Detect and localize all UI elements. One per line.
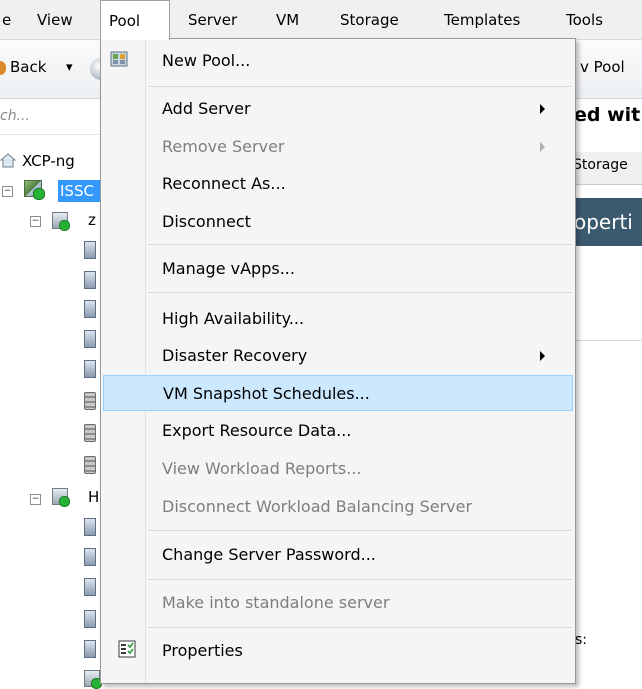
host-icon: [52, 488, 70, 507]
menu-item-export-resource-data[interactable]: Export Resource Data...: [103, 415, 573, 447]
menu-item-disconnect[interactable]: Disconnect: [103, 206, 573, 238]
menu-vm[interactable]: VM: [276, 0, 299, 39]
tree-expander-host1[interactable]: −: [30, 216, 41, 227]
pool-menu-dropdown: New Pool... Add Server Remove Server Rec…: [100, 38, 576, 684]
submenu-arrow-icon: [540, 351, 545, 361]
menu-item-change-server-password[interactable]: Change Server Password...: [103, 539, 573, 571]
tree-root-label[interactable]: XCP-ng: [22, 152, 75, 170]
menu-separator: [148, 579, 572, 580]
menu-view[interactable]: View: [37, 0, 73, 39]
storage-disk-icon: [84, 424, 96, 442]
menu-item-label: Properties: [162, 641, 243, 660]
back-button[interactable]: Back: [10, 58, 46, 76]
property-label-fragment: s:: [575, 632, 588, 648]
vm-icon: [84, 360, 96, 378]
menu-item-label: Remove Server: [162, 137, 285, 156]
menu-item-label: Disaster Recovery: [162, 346, 308, 365]
menu-item-new-pool[interactable]: New Pool...: [103, 45, 573, 77]
vm-running-icon: [84, 670, 102, 689]
new-pool-icon: [110, 51, 128, 67]
menu-separator: [148, 627, 572, 628]
menu-item-view-workload-reports[interactable]: View Workload Reports...: [103, 453, 573, 485]
menu-separator: [148, 530, 572, 531]
menu-tools[interactable]: Tools: [566, 0, 603, 39]
menu-item-disaster-recovery[interactable]: Disaster Recovery: [103, 340, 573, 372]
menu-item-label: VM Snapshot Schedules...: [163, 384, 370, 403]
menu-item-label: Reconnect As...: [162, 174, 286, 193]
home-icon: [0, 153, 16, 168]
storage-disk-icon: [84, 456, 96, 474]
vm-icon: [84, 271, 96, 289]
menu-item-label: Disconnect Workload Balancing Server: [162, 497, 473, 516]
vm-icon: [84, 548, 96, 566]
tree-host1-label[interactable]: z: [88, 211, 96, 229]
vm-icon: [84, 300, 96, 318]
search-box[interactable]: ch...: [0, 100, 104, 135]
menu-file[interactable]: e: [2, 0, 11, 39]
properties-header-title: operti: [574, 210, 633, 234]
menu-templates[interactable]: Templates: [444, 0, 520, 39]
vm-icon: [84, 330, 96, 348]
menu-item-label: High Availability...: [162, 309, 305, 328]
menu-separator: [148, 86, 572, 87]
menu-item-label: Change Server Password...: [162, 545, 376, 564]
tree-pool-node[interactable]: ISSC: [58, 180, 100, 202]
menu-item-add-server[interactable]: Add Server: [103, 93, 573, 125]
menu-item-label: Add Server: [162, 99, 251, 118]
vm-icon: [84, 518, 96, 536]
menu-item-label: Make into standalone server: [162, 593, 390, 612]
menu-item-high-availability[interactable]: High Availability...: [103, 303, 573, 335]
menu-item-label: Disconnect: [162, 212, 251, 231]
menu-server[interactable]: Server: [188, 0, 237, 39]
menu-separator: [148, 292, 572, 293]
tree-expander-host2[interactable]: −: [30, 494, 41, 505]
tab-storage[interactable]: Storage: [573, 157, 628, 173]
back-dropdown-icon[interactable]: ▾: [66, 60, 73, 75]
new-pool-toolbar-button[interactable]: v Pool: [580, 58, 625, 76]
page-headline: ed wit: [574, 104, 641, 126]
search-placeholder: ch...: [0, 108, 30, 124]
vm-icon: [84, 578, 96, 596]
menu-item-vm-snapshot-schedules[interactable]: VM Snapshot Schedules...: [103, 375, 573, 411]
vm-icon: [84, 640, 96, 658]
vm-icon: [84, 610, 96, 628]
back-arrow-icon: [0, 61, 6, 75]
menu-item-label: New Pool...: [162, 51, 251, 70]
submenu-arrow-icon: [540, 104, 545, 114]
menu-item-reconnect-as[interactable]: Reconnect As...: [103, 168, 573, 200]
menu-pool[interactable]: Pool: [100, 0, 170, 40]
vm-icon: [84, 241, 96, 259]
menu-item-manage-vapps[interactable]: Manage vApps...: [103, 253, 573, 285]
menu-item-label: Manage vApps...: [162, 259, 295, 278]
menu-item-properties[interactable]: Properties: [103, 635, 573, 667]
properties-icon: [118, 640, 136, 658]
menu-item-label: View Workload Reports...: [162, 459, 362, 478]
properties-header: operti: [572, 198, 642, 246]
storage-disk-icon: [84, 392, 96, 410]
tree-host2-label[interactable]: H: [88, 488, 99, 506]
submenu-arrow-icon: [540, 142, 545, 152]
menu-storage[interactable]: Storage: [340, 0, 399, 39]
section-divider: [572, 340, 642, 341]
tree-expander-pool[interactable]: −: [2, 186, 13, 197]
menu-item-label: Export Resource Data...: [162, 421, 352, 440]
menu-separator: [148, 244, 572, 245]
pool-icon: [24, 180, 45, 200]
host-icon: [52, 212, 70, 231]
menu-item-disconnect-wlb-server[interactable]: Disconnect Workload Balancing Server: [103, 491, 573, 523]
menu-item-make-standalone[interactable]: Make into standalone server: [103, 587, 573, 619]
menu-item-remove-server[interactable]: Remove Server: [103, 131, 573, 163]
menu-bar: e View Pool Server VM Storage Templates …: [0, 0, 642, 40]
